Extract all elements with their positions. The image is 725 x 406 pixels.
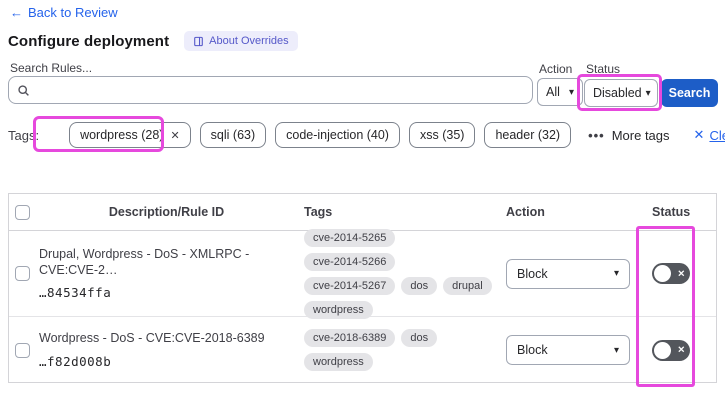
tag-chip-header[interactable]: header (32) [484, 122, 572, 148]
search-icon [18, 84, 29, 96]
about-overrides-label: About Overrides [209, 35, 289, 47]
table-row: Drupal, Wordpress - DoS - XMLRPC - CVE:C… [9, 228, 716, 319]
column-header-action: Action [506, 205, 545, 219]
status-filter-value: Disabled [593, 86, 642, 100]
action-filter-dropdown[interactable]: All ▾ [537, 78, 583, 106]
status-filter-dropdown[interactable]: Disabled ▾ [584, 79, 658, 107]
chevron-down-icon: ▾ [568, 86, 574, 98]
more-tags-label: More tags [611, 127, 670, 143]
tag-chip-code-injection[interactable]: code-injection (40) [275, 122, 400, 148]
tag-pill: cve-2014-5266 [304, 252, 396, 271]
toggle-off-icon: ✕ [677, 268, 685, 278]
tag-pill: wordpress [304, 300, 373, 319]
chevron-down-icon: ▾ [645, 87, 651, 99]
back-to-review-link[interactable]: ← Back to Review [10, 5, 118, 20]
action-select-value: Block [517, 266, 548, 281]
rule-id: …f82d008b [39, 353, 112, 369]
search-rules-inputbox[interactable] [8, 76, 533, 104]
more-tags-button[interactable]: ••• More tags [588, 128, 669, 143]
tag-chip-sqli[interactable]: sqli (63) [199, 122, 267, 148]
tag-pill: drupal [443, 276, 492, 295]
chevron-down-icon: ▾ [613, 344, 619, 356]
page-title: Configure deployment [8, 32, 170, 50]
back-arrow-icon: ← [10, 5, 23, 20]
configure-deployment-page: ← Back to Review Configure deployment Ab… [0, 0, 725, 406]
row-checkbox[interactable] [15, 342, 30, 358]
action-select[interactable]: Block ▾ [506, 258, 630, 289]
table-header-row: Description/Rule ID Tags Action Status [9, 194, 716, 231]
book-icon [194, 36, 204, 46]
about-overrides-badge[interactable]: About Overrides [184, 31, 298, 51]
tag-pill: cve-2018-6389 [304, 329, 396, 347]
tag-chip-xss[interactable]: xss (35) [408, 122, 476, 148]
rule-tags: cve-2014-5265 cve-2014-5266 cve-2014-526… [304, 228, 506, 319]
tag-pill: cve-2014-5265 [304, 228, 396, 247]
action-select-value: Block [517, 343, 548, 357]
tag-chip-wordpress-selected[interactable]: wordpress (28) ✕ [69, 122, 191, 148]
row-checkbox[interactable] [15, 266, 30, 281]
status-toggle[interactable]: ✕ [652, 263, 690, 284]
rule-description: Drupal, Wordpress - DoS - XMLRPC - CVE:C… [39, 246, 250, 277]
rule-description: Wordpress - DoS - CVE:CVE-2018-6389 [39, 331, 265, 346]
toggle-knob [654, 341, 671, 359]
toggle-knob [654, 265, 671, 282]
rules-table: Description/Rule ID Tags Action Status D… [8, 193, 717, 383]
search-rules-label: Search Rules... [10, 61, 93, 75]
action-filter-label: Action [539, 62, 573, 76]
tags-label: Tags: [8, 127, 40, 143]
tag-pill: dos [401, 329, 438, 347]
action-filter-value: All [546, 85, 560, 99]
tag-chip-label: wordpress (28) [80, 128, 164, 142]
chevron-down-icon: ▾ [613, 268, 619, 279]
status-filter-label: Status [586, 62, 621, 76]
status-toggle[interactable]: ✕ [652, 339, 690, 361]
tags-filter-bar: Tags: wordpress (28) ✕ sqli (63) code-in… [8, 122, 725, 148]
ellipsis-icon: ••• [588, 127, 605, 143]
clear-x-icon: ✕ [693, 127, 705, 142]
column-header-tags: Tags [304, 205, 333, 219]
toggle-off-icon: ✕ [677, 344, 685, 355]
rule-tags: cve-2018-6389 dos wordpress [304, 317, 506, 383]
search-button[interactable]: Search [661, 79, 718, 107]
clear-tags-label: Clear tags [709, 127, 725, 143]
tag-pill: cve-2014-5267 [304, 276, 396, 295]
clear-tags-button[interactable]: ✕ Clear tags [694, 127, 725, 143]
rule-id: …84534ffa [39, 285, 112, 301]
title-row: Configure deployment About Overrides [8, 31, 298, 51]
tag-pill: dos [401, 276, 438, 295]
tag-pill: wordpress [304, 353, 373, 371]
table-row: Wordpress - DoS - CVE:CVE-2018-6389 …f82… [9, 317, 716, 383]
action-select[interactable]: Block ▾ [506, 335, 630, 365]
column-header-description: Description/Rule ID [108, 205, 225, 219]
back-link-label: Back to Review [28, 5, 118, 20]
select-all-checkbox[interactable] [15, 204, 30, 220]
remove-tag-icon[interactable]: ✕ [170, 129, 179, 142]
search-rules-input[interactable] [36, 82, 524, 98]
column-header-status: Status [652, 205, 691, 219]
